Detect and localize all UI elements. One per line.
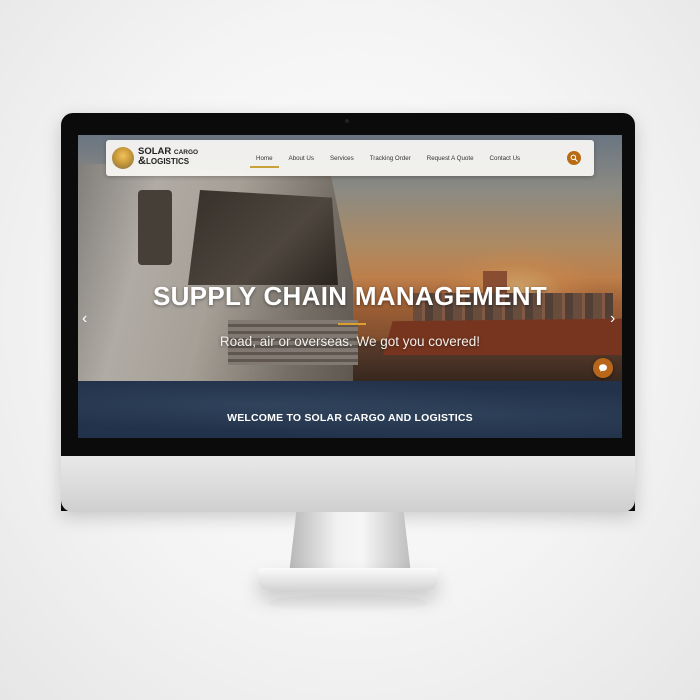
camera-dot (345, 119, 349, 123)
logo-emblem-icon (112, 147, 134, 169)
logo-word-logistics: LOGISTICS (146, 157, 190, 166)
nav-item-tracking-order[interactable]: Tracking Order (370, 143, 411, 174)
welcome-section: WELCOME TO SOLAR CARGO AND LOGISTICS (78, 381, 622, 438)
website-screen: SOLAR CARGO & LOGISTICS Home About Us Se… (78, 135, 622, 438)
monitor-chin (61, 456, 635, 512)
monitor-stand-base (258, 568, 438, 590)
search-icon (570, 154, 578, 162)
nav-item-about-us[interactable]: About Us (289, 143, 314, 174)
search-button[interactable] (567, 151, 581, 165)
site-logo[interactable]: SOLAR CARGO & LOGISTICS (112, 144, 232, 172)
monitor-stand-neck (289, 512, 411, 574)
logo-text-solar-cargo: SOLAR CARGO (138, 146, 198, 157)
nav-item-home[interactable]: Home (250, 143, 278, 174)
hero-slider: SOLAR CARGO & LOGISTICS Home About Us Se… (78, 135, 622, 381)
chat-button[interactable] (593, 358, 613, 378)
logo-word-cargo: CARGO (173, 149, 199, 156)
stand-reflection (268, 594, 428, 612)
hero-title: SUPPLY CHAIN MANAGEMENT (152, 281, 548, 311)
slider-next-arrow-icon[interactable]: › (610, 311, 615, 327)
nav-item-services[interactable]: Services (330, 143, 354, 174)
welcome-title: WELCOME TO SOLAR CARGO AND LOGISTICS (227, 412, 473, 424)
nav-menu: Home About Us Services Tracking Order Re… (250, 140, 536, 176)
nav-item-request-a-quote[interactable]: Request A Quote (427, 143, 474, 174)
site-navbar: SOLAR CARGO & LOGISTICS Home About Us Se… (106, 140, 594, 176)
hero-subtitle: Road, air or overseas. We got you covere… (219, 334, 481, 349)
nav-item-contact-us[interactable]: Contact Us (490, 143, 521, 174)
hero-divider (338, 323, 366, 325)
chat-bubble-icon (599, 364, 607, 372)
logo-ampersand: & (138, 155, 146, 167)
slider-prev-arrow-icon[interactable]: ‹ (82, 311, 87, 327)
